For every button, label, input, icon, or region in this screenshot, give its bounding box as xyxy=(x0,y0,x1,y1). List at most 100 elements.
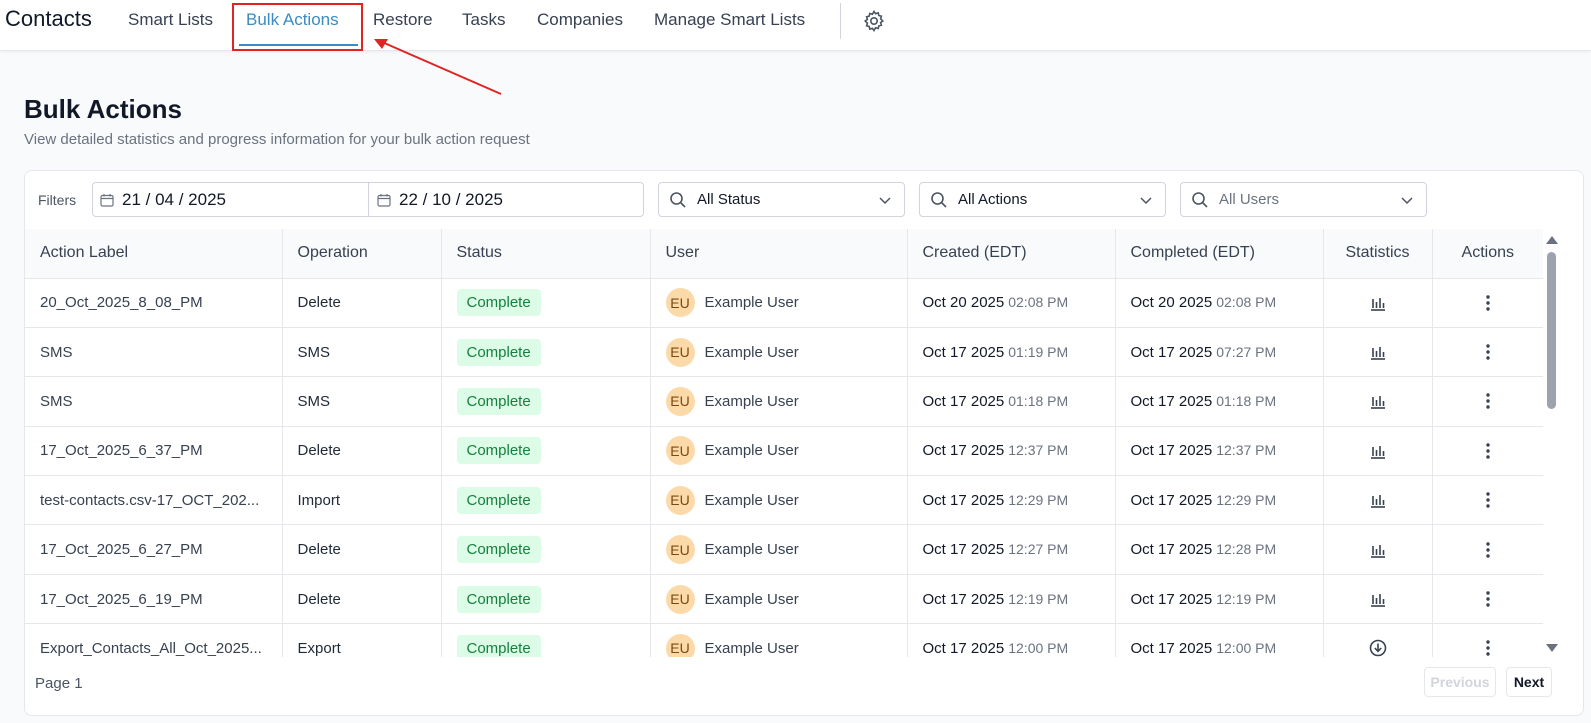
completed-time: 02:08 PM xyxy=(1216,294,1277,311)
created-date: Oct 17 2025 xyxy=(922,442,1005,460)
cell-statistics xyxy=(1323,278,1433,328)
nav-divider xyxy=(840,3,841,39)
kebab-menu-icon[interactable] xyxy=(1485,541,1491,558)
bar-chart-icon[interactable] xyxy=(1369,294,1387,311)
start-date-field[interactable]: 21 / 04 / 2025 xyxy=(100,183,366,216)
column-header-user[interactable]: User xyxy=(650,229,908,279)
calendar-icon xyxy=(377,193,391,207)
cell-statistics xyxy=(1323,475,1433,526)
table-row[interactable]: Export_Contacts_All_Oct_2025... Export Com… xyxy=(25,623,1543,657)
column-header-completed[interactable]: Completed (EDT) xyxy=(1115,229,1324,279)
table-header-row: Action Label Operation Status User Creat… xyxy=(25,229,1543,279)
table-row[interactable]: 20_Oct_2025_8_08_PM Delete Complete EU Examp… xyxy=(25,278,1543,328)
created-date: Oct 20 2025 xyxy=(922,294,1005,312)
cell-statistics xyxy=(1323,327,1433,378)
scroll-up-arrow-icon[interactable] xyxy=(1546,236,1558,244)
page-title: Bulk Actions xyxy=(24,94,182,124)
status-badge: Complete xyxy=(456,437,541,465)
cell-user: EU Example User xyxy=(650,278,908,328)
user-name: Example User xyxy=(704,392,799,410)
kebab-menu-icon[interactable] xyxy=(1485,442,1491,459)
created-date: Oct 17 2025 xyxy=(922,639,1005,657)
end-date-value: 22 / 10 / 2025 xyxy=(399,189,503,209)
table-row[interactable]: SMS SMS Complete EU Example User Oct 17 2025 0… xyxy=(25,327,1543,378)
created-date: Oct 17 2025 xyxy=(922,491,1005,509)
column-header-actions: Actions xyxy=(1432,229,1543,279)
cell-operation: SMS xyxy=(282,327,442,378)
cell-user: EU Example User xyxy=(650,574,908,625)
date-range-picker[interactable]: 21 / 04 / 2025 22 / 10 / 2025 xyxy=(92,182,644,217)
cell-user: EU Example User xyxy=(650,475,908,526)
created-time: 12:19 PM xyxy=(1008,590,1069,607)
cell-user: EU Example User xyxy=(650,426,908,477)
cell-operation: SMS xyxy=(282,376,442,427)
user-name: Example User xyxy=(704,541,799,559)
user-name: Example User xyxy=(704,294,799,312)
cell-action-label: SMS xyxy=(25,376,283,427)
table-row[interactable]: SMS SMS Complete EU Example User Oct 17 2025 0… xyxy=(25,376,1543,427)
table-row[interactable]: test-contacts.csv-17_OCT_202... Import Com… xyxy=(25,475,1543,526)
end-date-field[interactable]: 22 / 10 / 2025 xyxy=(368,183,638,216)
tab-manage-smart-lists[interactable]: Manage Smart Lists xyxy=(654,10,805,30)
app-title: Contacts xyxy=(5,6,92,31)
table-row[interactable]: 17_Oct_2025_6_37_PM Delete Complete EU Examp… xyxy=(25,426,1543,477)
search-icon xyxy=(1192,191,1208,208)
created-time: 12:37 PM xyxy=(1008,442,1069,459)
cell-created: Oct 17 2025 12:27 PM xyxy=(907,524,1116,575)
user-name: Example User xyxy=(704,590,799,608)
completed-date: Oct 17 2025 xyxy=(1130,639,1213,657)
completed-date: Oct 17 2025 xyxy=(1130,442,1213,460)
cell-action-label: Export_Contacts_All_Oct_2025... xyxy=(25,623,283,657)
cell-created: Oct 17 2025 12:29 PM xyxy=(907,475,1116,526)
column-header-action-label[interactable]: Action Label xyxy=(25,229,283,279)
download-icon[interactable] xyxy=(1369,639,1387,657)
scroll-down-arrow-icon[interactable] xyxy=(1546,644,1558,652)
tab-companies[interactable]: Companies xyxy=(537,10,623,30)
bar-chart-icon[interactable] xyxy=(1369,392,1387,410)
annotation-highlight-box xyxy=(232,3,363,51)
kebab-menu-icon[interactable] xyxy=(1485,392,1491,410)
tab-smart-lists[interactable]: Smart Lists xyxy=(128,10,213,30)
actions-filter-select[interactable]: All Actions xyxy=(919,182,1166,217)
bar-chart-icon[interactable] xyxy=(1369,491,1387,509)
status-badge: Complete xyxy=(456,585,541,613)
kebab-menu-icon[interactable] xyxy=(1485,590,1491,607)
kebab-menu-icon[interactable] xyxy=(1485,639,1491,657)
avatar: EU xyxy=(665,288,695,318)
users-filter-value: All Users xyxy=(1219,191,1280,208)
column-header-status[interactable]: Status xyxy=(441,229,651,279)
gear-icon[interactable] xyxy=(862,9,886,33)
bar-chart-icon[interactable] xyxy=(1369,590,1387,607)
status-filter-value: All Status xyxy=(697,191,761,208)
cell-action-label: 17_Oct_2025_6_27_PM xyxy=(25,524,283,575)
tab-tasks[interactable]: Tasks xyxy=(462,10,505,30)
chevron-down-icon xyxy=(879,197,891,205)
cell-actions xyxy=(1432,426,1543,477)
users-filter-select[interactable]: All Users xyxy=(1180,182,1427,217)
cell-completed: Oct 17 2025 12:28 PM xyxy=(1115,524,1324,575)
scrollbar-thumb[interactable] xyxy=(1547,252,1556,409)
column-header-operation[interactable]: Operation xyxy=(282,229,442,279)
status-badge: Complete xyxy=(456,536,541,564)
next-button[interactable]: Next xyxy=(1506,667,1552,697)
bar-chart-icon[interactable] xyxy=(1369,343,1387,360)
status-filter-select[interactable]: All Status xyxy=(658,182,905,217)
tab-restore[interactable]: Restore xyxy=(373,10,433,30)
kebab-menu-icon[interactable] xyxy=(1485,343,1491,360)
created-date: Oct 17 2025 xyxy=(922,343,1005,361)
created-date: Oct 17 2025 xyxy=(922,541,1005,559)
column-header-created[interactable]: Created (EDT) xyxy=(907,229,1116,279)
table-row[interactable]: 17_Oct_2025_6_27_PM Delete Complete EU Examp… xyxy=(25,524,1543,575)
avatar: EU xyxy=(665,584,695,614)
avatar: EU xyxy=(665,436,695,466)
completed-date: Oct 17 2025 xyxy=(1130,541,1213,559)
actions-filter-value: All Actions xyxy=(958,191,1028,208)
bar-chart-icon[interactable] xyxy=(1369,541,1387,558)
kebab-menu-icon[interactable] xyxy=(1485,294,1491,311)
table-row[interactable]: 17_Oct_2025_6_19_PM Delete Complete EU Examp… xyxy=(25,574,1543,625)
kebab-menu-icon[interactable] xyxy=(1485,491,1491,508)
cell-created: Oct 17 2025 12:37 PM xyxy=(907,426,1116,477)
table-body: 20_Oct_2025_8_08_PM Delete Complete EU Examp… xyxy=(25,278,1543,657)
previous-button[interactable]: Previous xyxy=(1424,667,1496,697)
bar-chart-icon[interactable] xyxy=(1369,442,1387,459)
